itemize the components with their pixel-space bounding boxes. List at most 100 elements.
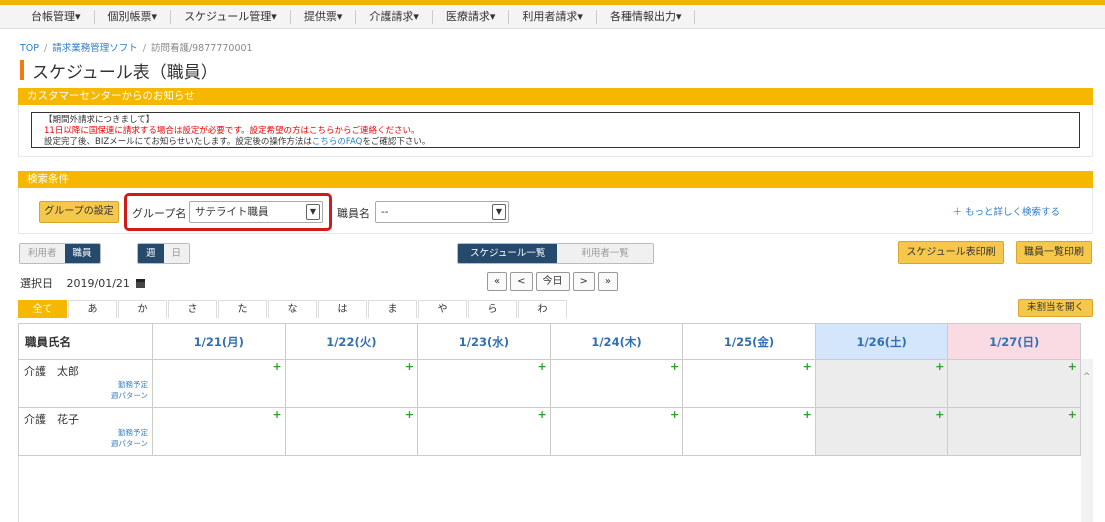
schedule-cell[interactable]: + <box>814 359 949 408</box>
date-navigation: « < 今日 > » <box>487 272 619 291</box>
add-icon[interactable]: + <box>405 408 414 421</box>
add-icon[interactable]: + <box>1068 408 1077 421</box>
tab-a[interactable]: あ <box>68 300 117 318</box>
schedule-cell[interactable]: + <box>549 359 684 408</box>
staff-name: 介護 花子 <box>24 413 79 426</box>
first-button[interactable]: « <box>487 272 508 291</box>
toggle-user-list[interactable]: 利用者一覧 <box>557 244 653 263</box>
day-header: 1/25(金) <box>682 323 816 360</box>
print-staff-list-button[interactable]: 職員一覧印刷 <box>1016 241 1092 264</box>
tab-ma[interactable]: ま <box>368 300 417 318</box>
add-icon[interactable]: + <box>272 408 281 421</box>
menu-schedule[interactable]: スケジュール管理▾ <box>171 9 291 24</box>
weekly-pattern-link[interactable]: 週パターン <box>111 390 148 401</box>
tab-ka[interactable]: か <box>118 300 167 318</box>
menu-care-billing[interactable]: 介護請求▾ <box>356 9 433 24</box>
schedule-cell[interactable]: + <box>417 359 551 408</box>
menu-info-output[interactable]: 各種情報出力▾ <box>597 9 696 24</box>
tab-all[interactable]: 全て <box>18 300 67 318</box>
menu-user-billing[interactable]: 利用者請求▾ <box>509 9 597 24</box>
schedule-cell[interactable]: + <box>417 407 551 456</box>
tab-na[interactable]: な <box>268 300 317 318</box>
staff-cell: 介護 花子 勤務予定 週パターン <box>18 407 153 456</box>
work-schedule-link[interactable]: 勤務予定 <box>111 427 148 438</box>
staff-name-select[interactable]: -- ▼ <box>375 201 509 223</box>
menu-medical-billing[interactable]: 医療請求▾ <box>433 9 510 24</box>
today-button[interactable]: 今日 <box>535 272 570 291</box>
add-icon[interactable]: + <box>935 360 944 373</box>
schedule-cell[interactable]: + <box>549 407 684 456</box>
add-icon[interactable]: + <box>803 360 812 373</box>
notice-content: 【期間外請求につきまして】 11日以降に国保連に請求する場合は設定が必要です。設… <box>31 112 1080 148</box>
grid-empty-area <box>18 456 1081 522</box>
week-day-toggle: 週 日 <box>137 243 191 264</box>
schedule-cell[interactable]: + <box>682 407 816 456</box>
breadcrumb-soft[interactable]: 請求業務管理ソフト <box>52 43 138 54</box>
weekly-pattern-link[interactable]: 週パターン <box>111 438 148 449</box>
advanced-search-link[interactable]: ＋ もっと詳しく検索する <box>952 204 1060 218</box>
add-icon[interactable]: + <box>405 360 414 373</box>
selected-date-value: 2019/01/21 <box>66 277 130 290</box>
faq-link[interactable]: こちらのFAQ <box>312 137 362 147</box>
schedule-cell[interactable]: + <box>152 359 286 408</box>
schedule-cell[interactable]: + <box>284 359 419 408</box>
staff-cell: 介護 太郎 勤務予定 週パターン <box>18 359 153 408</box>
menu-provision[interactable]: 提供票▾ <box>291 9 357 24</box>
add-icon[interactable]: + <box>670 408 679 421</box>
next-button[interactable]: > <box>572 272 595 291</box>
tab-ya[interactable]: や <box>418 300 467 318</box>
day-header: 1/21(月) <box>152 323 286 360</box>
schedule-cell[interactable]: + <box>152 407 286 456</box>
schedule-cell[interactable]: + <box>947 359 1081 408</box>
main-menu: 台帳管理▾ 個別帳票▾ スケジュール管理▾ 提供票▾ 介護請求▾ 医療請求▾ 利… <box>0 5 1105 29</box>
add-icon[interactable]: + <box>935 408 944 421</box>
selected-date-label: 選択日 <box>20 277 53 290</box>
group-settings-button[interactable]: グループの設定 <box>39 201 119 223</box>
notice-line1: 11日以降に国保連に請求する場合は設定が必要です。設定希望の方はこちらからご連絡… <box>44 126 420 136</box>
print-schedule-button[interactable]: スケジュール表印刷 <box>898 241 1004 264</box>
schedule-cell[interactable]: + <box>284 407 419 456</box>
breadcrumb-current: 訪問看護/9877770001 <box>150 43 253 54</box>
user-staff-toggle: 利用者 職員 <box>19 243 101 264</box>
add-icon[interactable]: + <box>1068 360 1077 373</box>
grid-header-row: 職員氏名 1/21(月) 1/22(火) 1/23(水) 1/24(木) 1/2… <box>18 323 1081 360</box>
tab-ra[interactable]: ら <box>468 300 517 318</box>
table-row: 介護 花子 勤務予定 週パターン + + + + + + + <box>18 407 1081 456</box>
day-header-saturday: 1/26(土) <box>814 323 949 360</box>
notice-box: 【期間外請求につきまして】 11日以降に国保連に請求する場合は設定が必要です。設… <box>18 105 1093 157</box>
staff-name-header: 職員氏名 <box>18 323 153 360</box>
vertical-scrollbar[interactable] <box>1081 359 1093 522</box>
add-icon[interactable]: + <box>537 408 546 421</box>
schedule-cell[interactable]: + <box>814 407 949 456</box>
toggle-user[interactable]: 利用者 <box>20 244 65 263</box>
open-unassigned-button[interactable]: 未割当を開く <box>1018 299 1093 317</box>
toggle-schedule-list[interactable]: スケジュール一覧 <box>458 244 558 263</box>
toggle-week[interactable]: 週 <box>138 244 164 263</box>
tab-sa[interactable]: さ <box>168 300 217 318</box>
tab-ha[interactable]: は <box>318 300 367 318</box>
table-row: 介護 太郎 勤務予定 週パターン + + + + + + + <box>18 359 1081 408</box>
tab-wa[interactable]: わ <box>518 300 567 318</box>
prev-button[interactable]: < <box>510 272 533 291</box>
add-icon[interactable]: + <box>272 360 281 373</box>
breadcrumb-top[interactable]: TOP <box>20 43 39 54</box>
toggle-day[interactable]: 日 <box>163 244 190 263</box>
schedule-grid: 職員氏名 1/21(月) 1/22(火) 1/23(水) 1/24(木) 1/2… <box>18 323 1081 456</box>
menu-ledger[interactable]: 台帳管理▾ <box>18 9 95 24</box>
schedule-cell[interactable]: + <box>682 359 816 408</box>
staff-name-label: 職員名 <box>337 207 370 220</box>
calendar-icon[interactable] <box>136 279 146 288</box>
toggle-staff[interactable]: 職員 <box>64 244 100 263</box>
schedule-cell[interactable]: + <box>947 407 1081 456</box>
tab-ta[interactable]: た <box>218 300 267 318</box>
last-button[interactable]: » <box>597 272 619 291</box>
add-icon[interactable]: + <box>670 360 679 373</box>
add-icon[interactable]: + <box>537 360 546 373</box>
kana-tabs: 全て あ か さ た な は ま や ら わ <box>18 300 567 318</box>
chevron-up-icon[interactable]: ^ <box>1083 372 1091 382</box>
list-view-toggle: スケジュール一覧 利用者一覧 <box>457 243 654 264</box>
work-schedule-link[interactable]: 勤務予定 <box>111 379 148 390</box>
title-accent-bar <box>20 60 24 80</box>
menu-individual-forms[interactable]: 個別帳票▾ <box>95 9 172 24</box>
add-icon[interactable]: + <box>803 408 812 421</box>
